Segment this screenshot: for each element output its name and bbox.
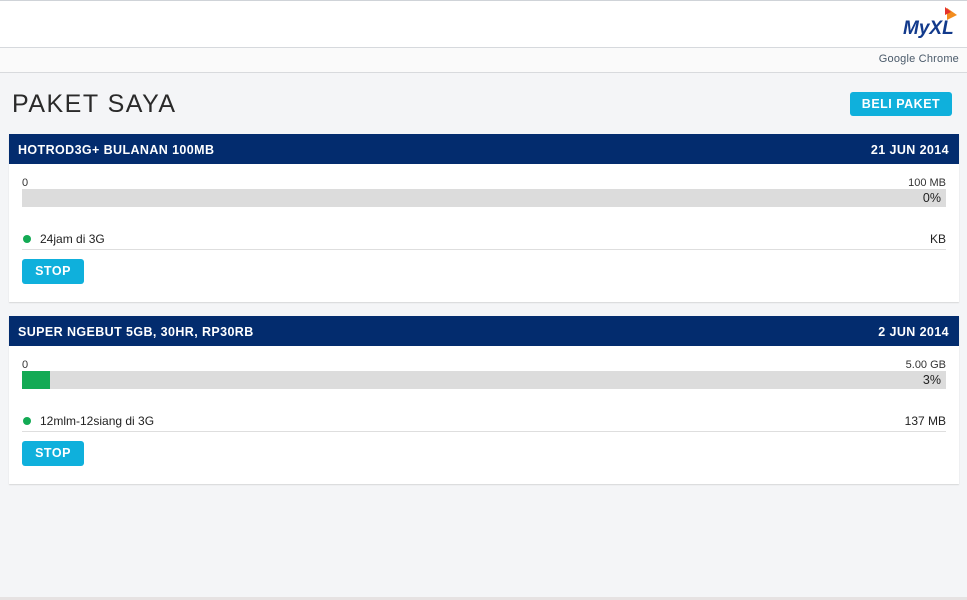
usage-progress-fill <box>22 371 50 389</box>
package-header: SUPER NGEBUT 5GB, 30HR, RP30RB 2 JUN 201… <box>9 316 959 346</box>
usage-min-label: 0 <box>22 177 29 189</box>
usage-progress-bar: 3% <box>22 371 946 389</box>
package-header: HOTROD3G+ BULANAN 100MB 21 JUN 2014 <box>9 134 959 164</box>
quota-label: 12mlm-12siang di 3G <box>40 414 155 428</box>
usage-min-label: 0 <box>22 359 29 371</box>
quota-value: 137 MB <box>904 414 946 428</box>
usage-percent: 0% <box>922 191 941 205</box>
package-date: 21 JUN 2014 <box>870 143 949 157</box>
package-body: 0 100 MB 0% 24jam di 3G KB STOP <box>9 164 959 302</box>
browser-bar: Google Chrome <box>0 48 967 73</box>
stop-button[interactable]: STOP <box>22 441 84 466</box>
package-name: HOTROD3G+ BULANAN 100MB <box>18 143 215 157</box>
quota-row: 24jam di 3G KB <box>22 230 946 250</box>
package-card: SUPER NGEBUT 5GB, 30HR, RP30RB 2 JUN 201… <box>9 316 959 484</box>
package-name: SUPER NGEBUT 5GB, 30HR, RP30RB <box>18 325 254 339</box>
svg-text:MyXL: MyXL <box>903 18 954 39</box>
usage-max-label: 100 MB <box>908 177 946 189</box>
browser-label: Google Chrome <box>878 53 959 65</box>
usage-progress-bar: 0% <box>22 189 946 207</box>
package-card: HOTROD3G+ BULANAN 100MB 21 JUN 2014 0 10… <box>9 134 959 302</box>
usage-percent: 3% <box>922 373 941 387</box>
buy-package-button[interactable]: BELI PAKET <box>850 92 952 116</box>
package-date: 2 JUN 2014 <box>878 325 949 339</box>
page-title: PAKET SAYA <box>12 90 177 118</box>
status-dot-icon <box>23 417 31 425</box>
quota-row: 12mlm-12siang di 3G 137 MB <box>22 412 946 432</box>
stop-button[interactable]: STOP <box>22 259 84 284</box>
quota-label: 24jam di 3G <box>40 232 105 246</box>
quota-value: KB <box>929 232 946 246</box>
package-body: 0 5.00 GB 3% 12mlm-12siang di 3G 137 MB … <box>9 346 959 484</box>
status-dot-icon <box>23 235 31 243</box>
myxl-logo: MyXL <box>903 7 957 39</box>
usage-max-label: 5.00 GB <box>905 359 946 371</box>
top-bar: MyXL <box>0 0 967 48</box>
